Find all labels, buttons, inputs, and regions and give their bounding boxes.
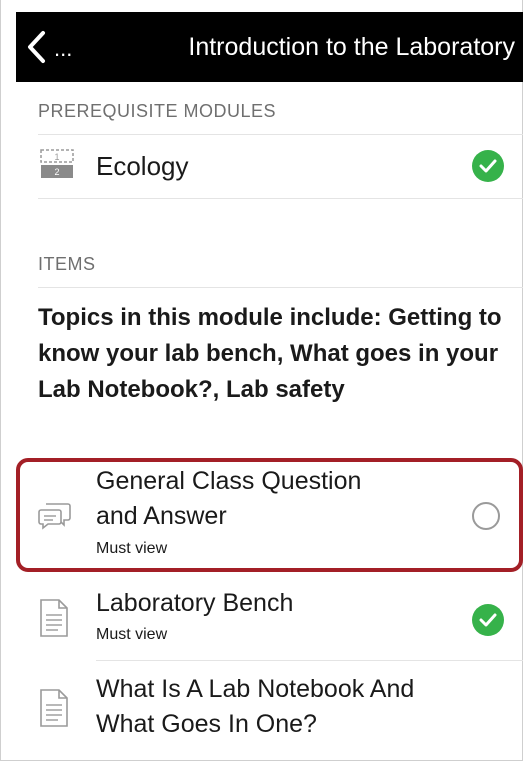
chevron-left-icon bbox=[28, 31, 45, 63]
divider bbox=[96, 660, 523, 661]
back-label: ... bbox=[54, 36, 73, 61]
svg-text:2: 2 bbox=[54, 167, 59, 177]
prerequisite-module-row[interactable]: 1 2 Ecology bbox=[16, 136, 523, 196]
item-title: Laboratory Bench bbox=[96, 589, 294, 617]
page-icon bbox=[38, 688, 70, 733]
item-lab-notebook[interactable]: What Is A Lab Notebook And What Goes In … bbox=[16, 672, 523, 752]
item-general-class-qa[interactable]: General Class Question and Answer Must v… bbox=[16, 462, 523, 568]
divider bbox=[38, 198, 523, 199]
checkmark-icon bbox=[472, 150, 504, 182]
divider bbox=[38, 134, 523, 135]
item-laboratory-bench[interactable]: Laboratory Bench Must view bbox=[16, 586, 523, 652]
nav-bar: ... Introduction to the Laboratory bbox=[16, 12, 523, 82]
discussion-icon bbox=[38, 498, 74, 535]
checkmark-icon bbox=[472, 604, 504, 636]
divider bbox=[38, 287, 523, 288]
page-title: Introduction to the Laboratory bbox=[188, 32, 515, 61]
item-requirement: Must view bbox=[96, 626, 168, 643]
module-icon: 1 2 bbox=[40, 148, 74, 185]
page-icon bbox=[38, 598, 70, 643]
svg-text:1: 1 bbox=[54, 152, 59, 162]
item-title: What Goes In One? bbox=[96, 710, 317, 738]
item-title: and Answer bbox=[96, 502, 227, 530]
prerequisite-module-label: Ecology bbox=[96, 151, 189, 181]
item-title: What Is A Lab Notebook And bbox=[96, 675, 415, 703]
incomplete-circle-icon bbox=[472, 502, 500, 530]
back-button[interactable]: ... bbox=[26, 30, 72, 64]
prerequisite-section-header: PREREQUISITE MODULES bbox=[38, 101, 277, 121]
module-description: Topics in this module include: Getting t… bbox=[38, 304, 502, 403]
items-section-header: ITEMS bbox=[38, 254, 96, 274]
item-requirement: Must view bbox=[96, 540, 168, 557]
item-title: General Class Question bbox=[96, 467, 362, 495]
